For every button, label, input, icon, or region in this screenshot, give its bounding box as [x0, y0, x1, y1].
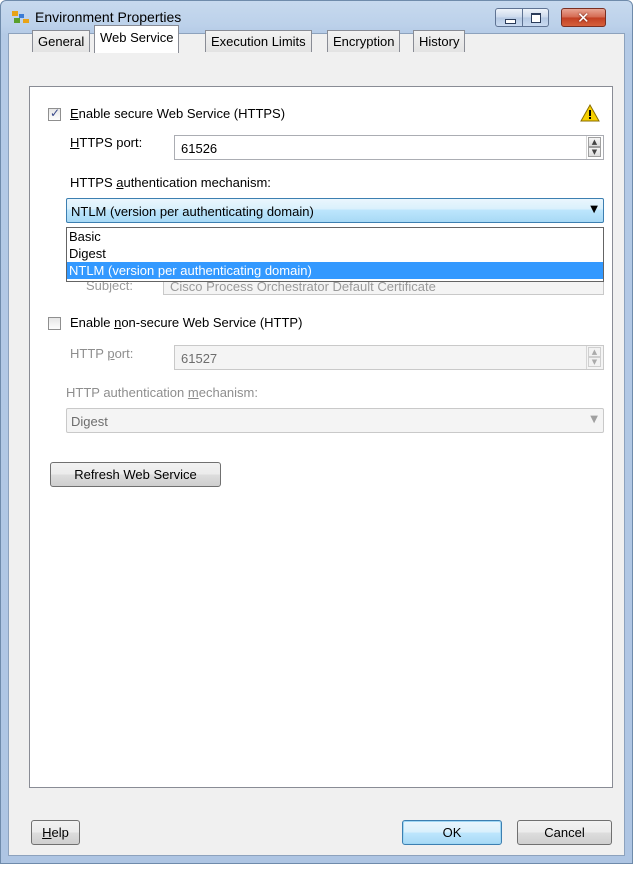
https-port-spinner[interactable]: ▲ ▼: [586, 136, 602, 159]
tab-web-service[interactable]: Web Service: [94, 25, 180, 53]
tab-encryption[interactable]: Encryption: [327, 30, 401, 52]
http-port-spinner: ▲ ▼: [586, 346, 602, 369]
cancel-button[interactable]: Cancel: [517, 820, 612, 845]
dropdown-option-basic[interactable]: Basic: [67, 228, 603, 245]
http-port-input: 61527: [174, 345, 604, 370]
http-enable-checkbox[interactable]: [48, 317, 61, 330]
minimize-button[interactable]: [495, 8, 523, 27]
https-enable-checkbox[interactable]: ✓: [48, 106, 61, 121]
close-button[interactable]: ✕: [561, 8, 606, 27]
dropdown-option-digest[interactable]: Digest: [67, 245, 603, 262]
http-port-label: HTTP port:: [70, 346, 134, 361]
https-port-value: 61526: [181, 141, 218, 156]
close-icon: ✕: [577, 9, 590, 27]
app-icon: [12, 11, 29, 23]
http-enable-label: Enable non-secure Web Service (HTTP): [70, 315, 303, 330]
https-enable-label: Enable secure Web Service (HTTPS): [70, 106, 286, 121]
http-auth-select: Digest ▼: [66, 408, 604, 433]
http-port-value: 61527: [181, 351, 218, 366]
https-auth-label: HTTPS authentication mechanism:: [70, 175, 271, 190]
http-auth-label: HTTP authentication mechanism:: [66, 385, 258, 400]
chevron-down-icon: ▼: [590, 204, 598, 215]
spin-up-icon: ▲: [588, 347, 601, 357]
tab-history[interactable]: History: [413, 30, 466, 52]
spin-down-icon: ▼: [588, 357, 601, 367]
dropdown-option-ntlm[interactable]: NTLM (version per authenticating domain): [67, 262, 603, 279]
https-auth-selected-value: NTLM (version per authenticating domain): [71, 204, 314, 219]
minimize-icon: [505, 19, 516, 24]
warning-icon: [580, 104, 600, 122]
https-auth-select[interactable]: NTLM (version per authenticating domain)…: [66, 198, 604, 223]
checkmark-icon: ✓: [50, 106, 61, 120]
http-auth-selected-value: Digest: [71, 414, 108, 429]
tab-execution-limits[interactable]: Execution Limits: [205, 30, 312, 52]
https-port-input[interactable]: 61526: [174, 135, 604, 160]
help-button[interactable]: Help: [31, 820, 80, 845]
https-port-label: HTTPS port:: [70, 135, 143, 150]
window-title: Environment Properties: [35, 9, 182, 25]
chevron-down-icon: ▼: [590, 414, 598, 425]
ok-button[interactable]: OK: [402, 820, 502, 845]
spin-up-icon[interactable]: ▲: [588, 137, 601, 147]
refresh-web-service-button[interactable]: Refresh Web Service: [50, 462, 221, 487]
tab-general[interactable]: General: [32, 30, 91, 52]
maximize-button[interactable]: [523, 8, 549, 27]
spin-down-icon[interactable]: ▼: [588, 147, 601, 157]
maximize-icon: [531, 13, 541, 23]
web-service-panel: [29, 86, 613, 788]
https-auth-dropdown-list: Basic Digest NTLM (version per authentic…: [66, 227, 604, 282]
